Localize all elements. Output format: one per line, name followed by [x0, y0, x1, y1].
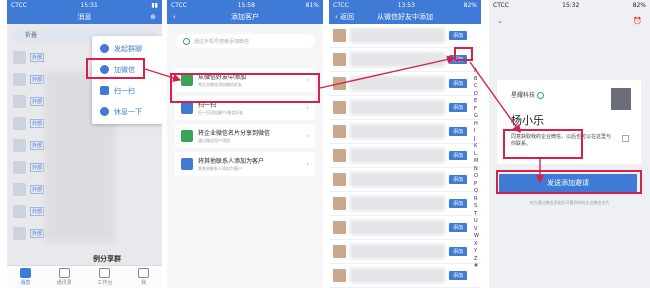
annotation-arrows — [144, 55, 545, 184]
